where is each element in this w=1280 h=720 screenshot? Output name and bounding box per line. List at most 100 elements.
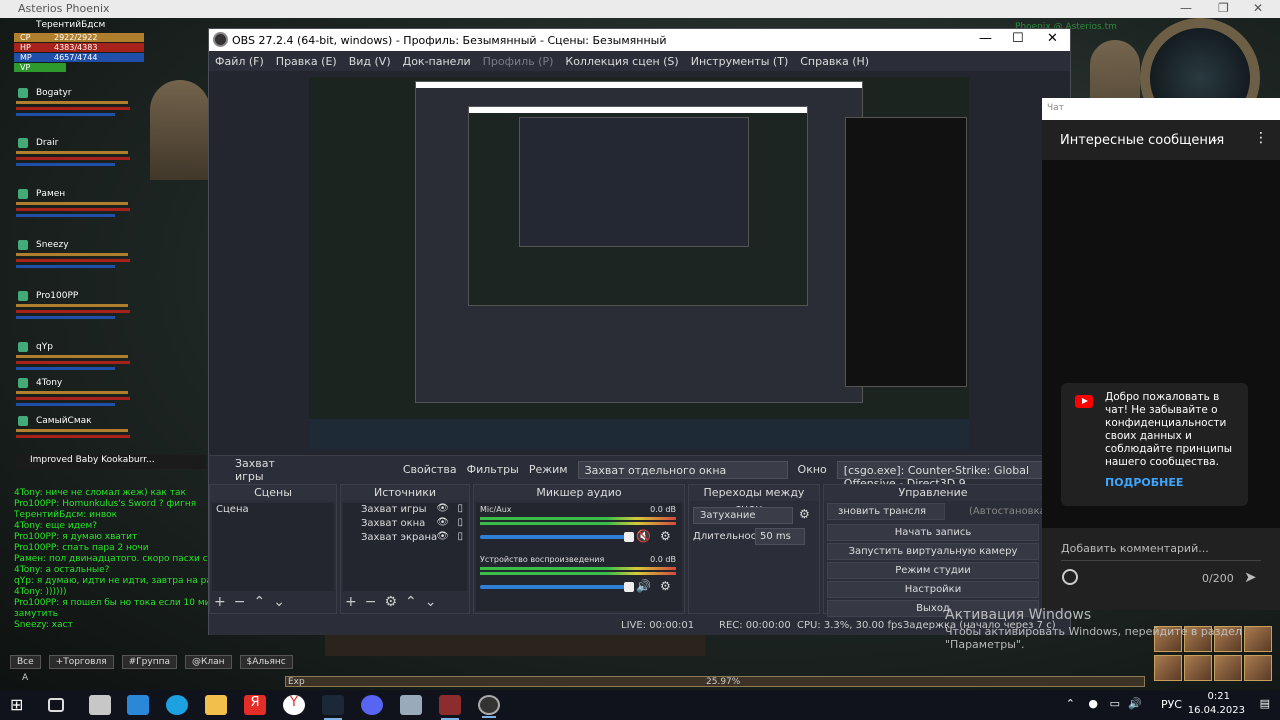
menu-file[interactable]: Файл (F) [215, 55, 264, 68]
chevron-down-icon[interactable]: ⌄ [1210, 132, 1219, 145]
yandex-icon[interactable]: Я [244, 695, 266, 715]
player-name: ТерентийБдсм [36, 20, 106, 30]
chat-tab-trade[interactable]: +Торговля [48, 655, 114, 669]
scene-item[interactable]: Сцена [212, 503, 334, 517]
app-icon[interactable] [400, 695, 422, 715]
menu-docks[interactable]: Док-панели [403, 55, 471, 68]
file-explorer-icon[interactable] [205, 695, 227, 715]
speaker-icon[interactable]: 🔊 [636, 579, 651, 593]
mode-select[interactable]: Захват отдельного окна [577, 460, 788, 479]
party-member[interactable]: Sneezy [16, 240, 140, 278]
game-taskbar-icon[interactable] [439, 695, 461, 720]
duration-input[interactable]: 50 ms [755, 528, 805, 545]
virtual-camera-button[interactable]: Запустить виртуальную камеру [827, 543, 1039, 560]
program-preview[interactable] [309, 77, 969, 449]
chat-tab-all[interactable]: Все [10, 655, 41, 669]
chat-tab-party[interactable]: #Группа [121, 655, 177, 669]
volume-slider[interactable] [480, 585, 630, 589]
volume-knob[interactable] [624, 532, 634, 542]
party-member[interactable]: Pro100PP [16, 291, 140, 329]
yandex-browser-icon[interactable]: Y [283, 695, 305, 715]
transitions-dock: Переходы между сцен... Затухание ⚙ Длите… [688, 484, 820, 614]
chat-window-label: Чат [1047, 103, 1064, 113]
party-member[interactable]: qYp [16, 342, 140, 380]
party-member[interactable]: Drair [16, 138, 140, 176]
source-toolbar: Захват игры Свойства Фильтры Режим Захва… [209, 455, 1071, 490]
obs-taskbar-icon[interactable] [478, 695, 500, 718]
restore-icon[interactable]: ❐ [1218, 1, 1229, 15]
menu-tools[interactable]: Инструменты (T) [691, 55, 789, 68]
menu-scene-collection[interactable]: Коллекция сцен (S) [565, 55, 678, 68]
stream-button[interactable]: зновить трансля [827, 503, 945, 520]
move-down-button[interactable]: ⌄ [425, 594, 437, 610]
menu-profile[interactable]: Профиль (P) [483, 55, 554, 68]
maximize-icon[interactable]: ☐ [1012, 31, 1024, 46]
chat-mode-label[interactable]: Интересные сообщения [1060, 133, 1224, 148]
party-member[interactable]: 4Tony [16, 378, 140, 416]
volume-slider[interactable] [480, 535, 630, 539]
network-icon[interactable]: ▭ [1110, 697, 1120, 710]
more-options-icon[interactable]: ⋮ [1254, 130, 1268, 146]
settings-button[interactable]: Настройки [827, 581, 1039, 598]
tray-chevron-icon[interactable]: ⌃ [1066, 697, 1075, 710]
source-item[interactable]: Захват игры 👁 ▯ [343, 503, 467, 517]
skill-hotbar[interactable] [325, 634, 705, 656]
mail-icon[interactable] [127, 695, 149, 715]
minimize-icon[interactable]: — [979, 31, 992, 46]
send-icon[interactable]: ➤ [1244, 568, 1257, 586]
start-recording-button[interactable]: Начать запись [827, 524, 1039, 541]
discord-icon[interactable] [361, 695, 383, 715]
party-member[interactable]: СамыйСмак [16, 416, 140, 454]
scenes-dock: Сцены Сцена + − ⌃ ⌄ [209, 484, 337, 614]
channel-gear-icon[interactable]: ⚙ [660, 529, 671, 543]
edge-icon[interactable] [166, 695, 188, 715]
menu-edit[interactable]: Правка (E) [276, 55, 337, 68]
move-down-button[interactable]: ⌄ [273, 594, 285, 610]
add-scene-button[interactable]: + [214, 594, 226, 610]
close-icon[interactable]: ✕ [1047, 31, 1058, 46]
close-icon[interactable]: ✕ [1253, 1, 1263, 15]
notifications-icon[interactable]: ▤ [1260, 697, 1270, 710]
chat-header: Интересные сообщения ⌄ ⋮ [1042, 120, 1280, 160]
party-class-icon [18, 378, 28, 388]
clock-time[interactable]: 0:21 [1208, 691, 1230, 702]
language-indicator[interactable]: РУС [1161, 698, 1182, 711]
transition-gear-icon[interactable]: ⚙ [799, 507, 810, 521]
clock-date[interactable]: 16.04.2023 [1188, 705, 1245, 716]
properties-button[interactable]: Свойства [403, 463, 457, 476]
menu-help[interactable]: Справка (H) [800, 55, 869, 68]
source-item[interactable]: Захват экрана 👁 ▯ [343, 531, 467, 545]
windows-start-icon[interactable]: ⊞ [10, 695, 32, 715]
move-up-button[interactable]: ⌃ [405, 594, 417, 610]
store-icon[interactable] [89, 695, 111, 715]
nested-obs-preview-1 [415, 81, 863, 403]
chat-tab-clan[interactable]: @Клан [185, 655, 232, 669]
source-item[interactable]: Захват окна 👁 ▯ [343, 517, 467, 531]
learn-more-link[interactable]: ПОДРОБНЕЕ [1105, 476, 1183, 489]
remove-scene-button[interactable]: − [234, 594, 246, 610]
minimize-icon[interactable]: — [1180, 1, 1192, 15]
studio-mode-button[interactable]: Режим студии [827, 562, 1039, 579]
tray-app-icon[interactable]: ● [1088, 697, 1098, 710]
move-up-button[interactable]: ⌃ [253, 594, 265, 610]
transition-select[interactable]: Затухание [693, 507, 793, 524]
party-member[interactable]: Рамен [16, 189, 140, 227]
remove-source-button[interactable]: − [365, 594, 377, 610]
task-view-icon[interactable] [48, 698, 64, 712]
pet-status[interactable]: Improved Baby Kookaburr... [16, 455, 206, 469]
chat-tab-alliance[interactable]: $Альянс [239, 655, 293, 669]
source-settings-gear-icon[interactable]: ⚙ [384, 594, 397, 610]
filters-button[interactable]: Фильтры [467, 463, 519, 476]
comment-input[interactable]: Добавить комментарий... [1061, 542, 1209, 555]
emoji-icon[interactable] [1062, 569, 1078, 585]
steam-icon[interactable] [322, 695, 344, 720]
window-select[interactable]: [csgo.exe]: Counter-Strike: Global Offen… [836, 460, 1071, 490]
add-source-button[interactable]: + [345, 594, 357, 610]
muted-speaker-icon[interactable]: 🔇 [636, 529, 651, 543]
game-chat-input[interactable]: A [22, 673, 28, 683]
channel-gear-icon[interactable]: ⚙ [660, 579, 671, 593]
menu-view[interactable]: Вид (V) [349, 55, 391, 68]
volume-icon[interactable]: 🔊 [1128, 697, 1142, 710]
party-member[interactable]: Bogatyr [16, 88, 140, 126]
volume-knob[interactable] [624, 582, 634, 592]
